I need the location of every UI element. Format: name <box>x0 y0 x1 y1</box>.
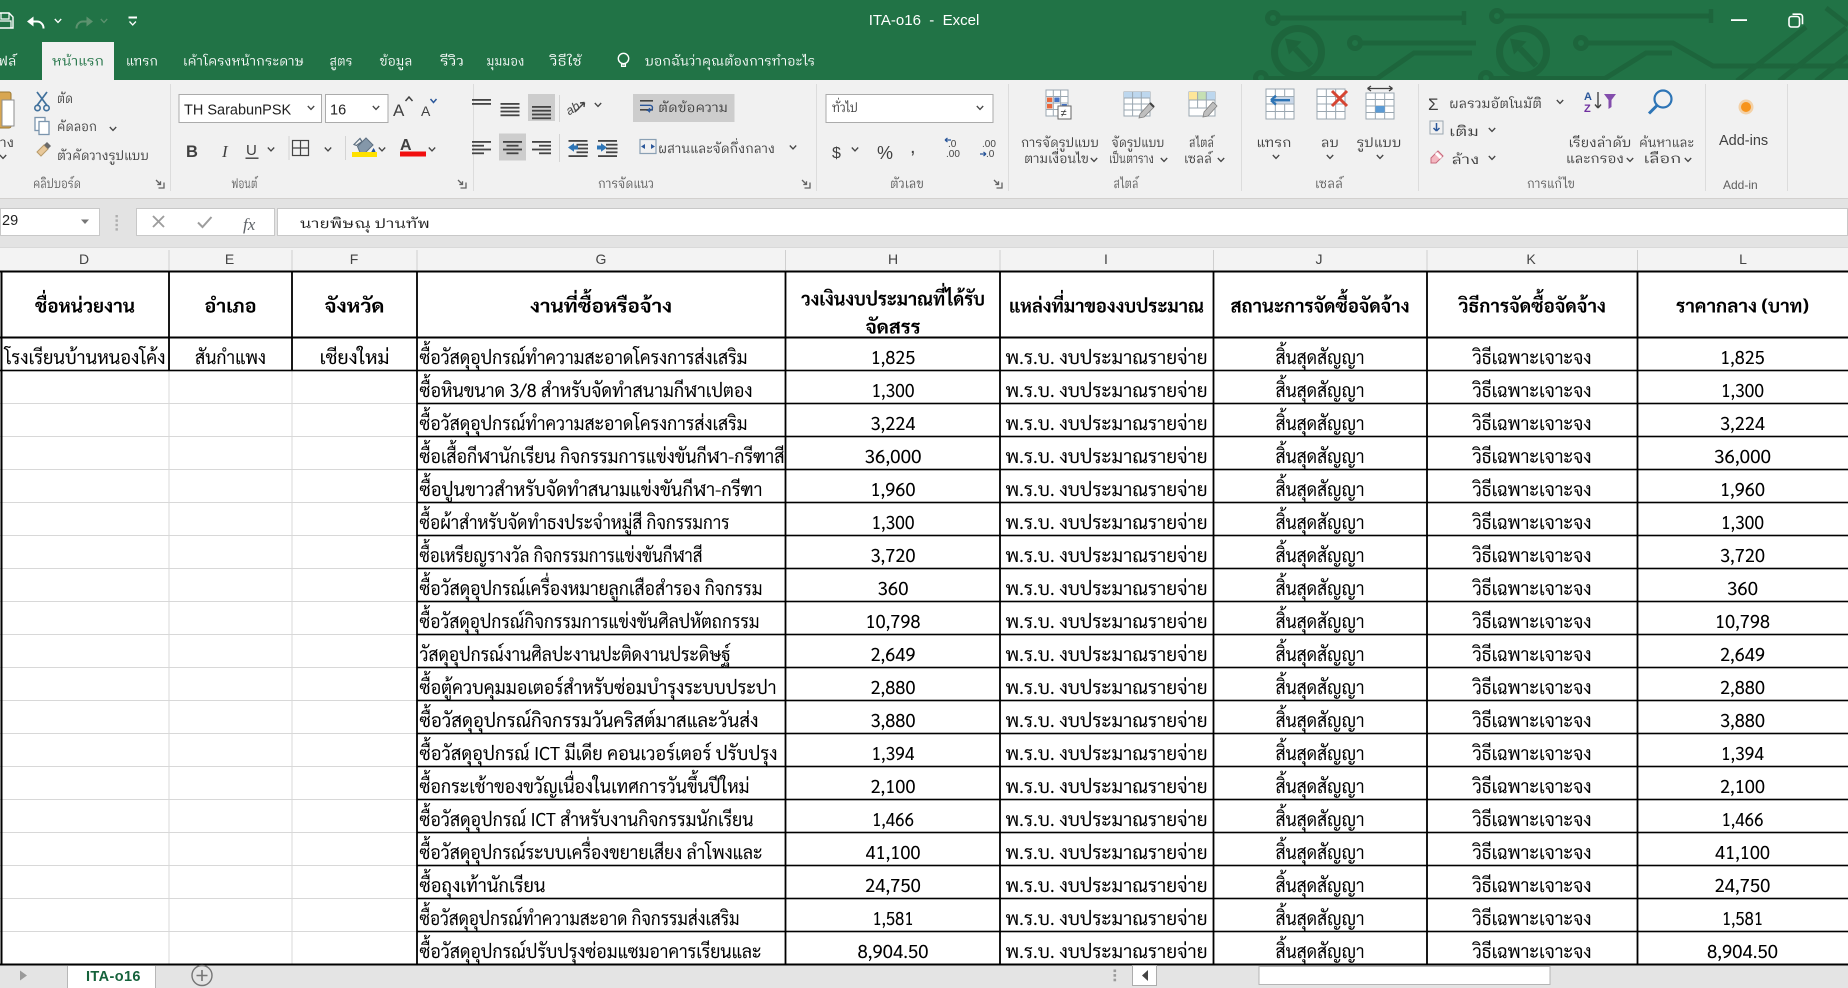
svg-text:16: 16 <box>330 103 346 119</box>
svg-text:A: A <box>400 137 412 154</box>
svg-text:.0: .0 <box>986 149 995 160</box>
svg-text:%: % <box>877 143 893 163</box>
svg-text:B: B <box>186 143 198 161</box>
svg-text:ab: ab <box>563 99 582 118</box>
svg-text:A: A <box>1584 91 1592 103</box>
svg-text:A: A <box>393 101 405 120</box>
svg-text:≠: ≠ <box>1061 108 1067 120</box>
svg-text:A: A <box>421 103 431 119</box>
svg-text:$: $ <box>832 145 841 162</box>
svg-text:.00: .00 <box>946 149 960 160</box>
svg-text:fx: fx <box>243 215 256 234</box>
svg-text:TH SarabunPSK: TH SarabunPSK <box>184 103 292 119</box>
svg-text:Σ: Σ <box>1428 95 1439 114</box>
svg-text:,: , <box>910 136 916 158</box>
svg-text:U: U <box>246 142 257 159</box>
svg-text:Z: Z <box>1584 103 1591 115</box>
svg-text:I: I <box>221 142 229 161</box>
